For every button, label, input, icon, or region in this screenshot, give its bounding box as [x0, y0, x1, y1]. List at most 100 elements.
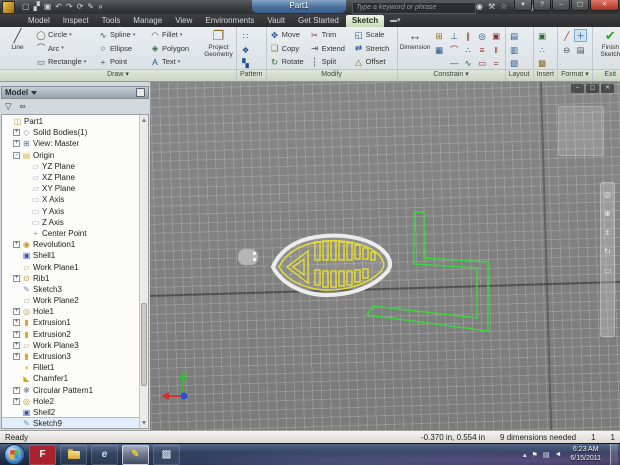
- tree-item-extrusion1[interactable]: + ▮ Extrusion1: [2, 317, 148, 328]
- help-icon[interactable]: ?: [533, 0, 551, 11]
- browser-pin-icon[interactable]: [136, 88, 145, 97]
- button-driven-dimension[interactable]: ▤: [574, 43, 587, 56]
- button-collinear-constraint[interactable]: ≡: [476, 43, 489, 56]
- doc-close-button[interactable]: ✕: [601, 84, 614, 93]
- taskbar-clock[interactable]: 6:23 AM 6/15/2011: [566, 446, 605, 463]
- expander-icon[interactable]: +: [13, 353, 20, 361]
- button-auto-dimension[interactable]: ⊞: [433, 29, 446, 42]
- taskbar-design-app[interactable]: ▨: [153, 444, 180, 465]
- doc-restore-button[interactable]: ▢: [586, 84, 599, 93]
- show-hidden-icons[interactable]: ▴: [523, 451, 527, 459]
- tree-item-xy-plane[interactable]: +▱XY Plane: [2, 183, 148, 194]
- button-horizontal-constraint[interactable]: ―: [448, 56, 461, 69]
- button-import-points[interactable]: ∴: [536, 43, 549, 56]
- look-at-icon[interactable]: ▭: [604, 266, 612, 275]
- panel-label-constrain[interactable]: Constrain ▾: [397, 69, 505, 81]
- expander-icon[interactable]: +: [13, 330, 20, 338]
- tree-item-hole2[interactable]: + ◎ Hole2: [2, 396, 148, 407]
- find-icon[interactable]: ∞: [20, 101, 26, 112]
- tree-item-solid-bodies-1[interactable]: + ◇ Solid Bodies(1): [2, 127, 148, 138]
- tab-inspect[interactable]: Inspect: [57, 15, 95, 27]
- panel-label-modify[interactable]: Modify: [266, 69, 397, 81]
- action-center-icon[interactable]: ⚑: [532, 451, 538, 459]
- button-smooth-constraint[interactable]: ∿: [462, 56, 475, 69]
- button-sketch-block-3[interactable]: ▧: [508, 56, 521, 69]
- zoom-icon[interactable]: ±: [605, 228, 609, 237]
- button-polygon[interactable]: ◈ Polygon: [149, 42, 201, 56]
- expander-icon[interactable]: +: [13, 308, 20, 316]
- tab-overflow-icon[interactable]: ▬▾: [385, 15, 406, 27]
- button-circular-pattern[interactable]: ❖: [239, 43, 252, 56]
- save-icon[interactable]: ▣: [44, 1, 52, 13]
- expander-icon[interactable]: +: [13, 241, 20, 249]
- button-extend[interactable]: ⇥ Extend: [309, 42, 351, 56]
- expander-icon[interactable]: +: [13, 341, 20, 349]
- button-construction-line[interactable]: ╱: [560, 29, 573, 42]
- expander-icon[interactable]: +: [13, 129, 20, 137]
- panel-label-exit[interactable]: Exit: [592, 69, 620, 81]
- tab-model[interactable]: Model: [22, 15, 56, 27]
- tab-tools[interactable]: Tools: [96, 15, 127, 27]
- button-scale[interactable]: ◱ Scale: [353, 28, 395, 42]
- expander-icon[interactable]: -: [13, 151, 20, 159]
- button-dimension[interactable]: ↔ Dimension: [400, 28, 431, 51]
- update-icon[interactable]: ⟳: [77, 1, 84, 13]
- button-centerline[interactable]: ＋: [574, 29, 588, 42]
- panel-label-pattern[interactable]: Pattern: [237, 69, 266, 81]
- taskbar-internet-explorer-app[interactable]: e: [91, 444, 118, 465]
- button-arc[interactable]: ⌒ Arc ▾: [35, 42, 95, 56]
- button-point[interactable]: + Point: [97, 55, 147, 69]
- tree-item-sketch9[interactable]: +✎Sketch9: [2, 417, 148, 428]
- tree-item-chamfer1[interactable]: +◣Chamfer1: [2, 373, 148, 384]
- return-icon[interactable]: ✎: [87, 1, 94, 13]
- panel-label-format[interactable]: Format ▾: [558, 69, 592, 81]
- tree-item-center-point[interactable]: ++Center Point: [2, 228, 148, 239]
- button-circle[interactable]: ◯ Circle ▾: [35, 28, 95, 42]
- tree-item-work-plane3[interactable]: + ▱ Work Plane3: [2, 340, 148, 351]
- undo-icon[interactable]: ↶: [55, 1, 62, 13]
- button-line[interactable]: ╱ Line: [2, 28, 33, 51]
- view-cube[interactable]: [558, 106, 604, 156]
- tree-item-part1[interactable]: +◫Part1: [2, 116, 148, 127]
- tree-item-rib1[interactable]: + ⊙ Rib1: [2, 273, 148, 284]
- tree-item-sketch3[interactable]: +✎Sketch3: [2, 284, 148, 295]
- taskbar-inventor-app[interactable]: ✎: [122, 444, 149, 465]
- tree-item-yz-plane[interactable]: +▱YZ Plane: [2, 161, 148, 172]
- tree-item-shell2[interactable]: +▣Shell2: [2, 407, 148, 418]
- panel-label-draw[interactable]: Draw ▾: [0, 69, 236, 81]
- panel-label-insert[interactable]: Insert: [533, 69, 558, 81]
- tab-sketch[interactable]: Sketch: [345, 15, 385, 27]
- network-icon[interactable]: ▤: [543, 451, 550, 459]
- signin-dropdown-icon[interactable]: ▾: [514, 0, 532, 11]
- button-finish-sketch[interactable]: ✔ Finish Sketch: [595, 28, 620, 58]
- button-stretch[interactable]: ⇄ Stretch: [353, 42, 395, 56]
- button-offset[interactable]: △ Offset: [353, 55, 395, 69]
- doc-minimize-button[interactable]: –: [571, 84, 584, 93]
- tree-item-fillet1[interactable]: +◖Fillet1: [2, 362, 148, 373]
- button-copy[interactable]: ❏ Copy: [269, 42, 307, 56]
- button-equal-constraint[interactable]: =: [490, 56, 503, 69]
- expander-icon[interactable]: +: [13, 274, 20, 282]
- button-rotate[interactable]: ↻ Rotate: [269, 55, 307, 69]
- taskbar-explorer-app[interactable]: [60, 444, 87, 465]
- minimize-button[interactable]: –: [552, 0, 570, 11]
- tree-item-work-plane2[interactable]: +▱Work Plane2: [2, 295, 148, 306]
- button-project-geometry[interactable]: ❐ Project Geometry: [203, 28, 234, 58]
- tree-item-circular-pattern1[interactable]: + ✱ Circular Pattern1: [2, 385, 148, 396]
- tree-item-xz-plane[interactable]: +▱XZ Plane: [2, 172, 148, 183]
- subscription-icon[interactable]: ⚒: [488, 0, 495, 14]
- close-button[interactable]: ✕: [590, 0, 619, 11]
- button-tangent-constraint[interactable]: ⌒: [448, 43, 461, 56]
- qat-overflow-icon[interactable]: »: [98, 1, 102, 13]
- button-spline[interactable]: ∿ Spline ▾: [97, 28, 147, 42]
- button-text[interactable]: A Text ▾: [149, 55, 201, 69]
- pan-icon[interactable]: ⊕: [604, 209, 611, 218]
- tree-item-hole1[interactable]: + ◎ Hole1: [2, 306, 148, 317]
- expander-icon[interactable]: +: [13, 397, 20, 405]
- maximize-button[interactable]: ▢: [571, 0, 589, 11]
- tree-item-extrusion3[interactable]: + ▮ Extrusion3: [2, 351, 148, 362]
- steering-wheel-icon[interactable]: ◎: [604, 190, 611, 199]
- taskbar-flash-app[interactable]: F: [29, 444, 56, 465]
- tree-item-z-axis[interactable]: +▭Z Axis: [2, 217, 148, 228]
- button-rectangle[interactable]: ▭ Rectangle ▾: [35, 55, 95, 69]
